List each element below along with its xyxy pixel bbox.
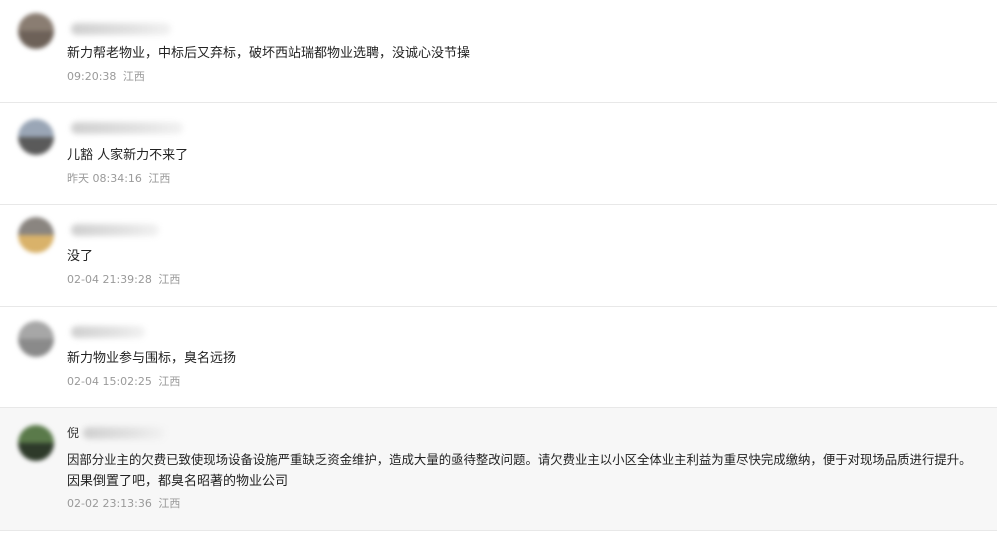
comment-text-line: 新力帮老物业，中标后又弃标，破坏西站瑞都物业选聘，没诚心没节操 (67, 46, 471, 61)
username[interactable] (67, 121, 183, 135)
avatar[interactable] (18, 217, 54, 253)
avatar[interactable] (18, 321, 54, 357)
username-redacted (82, 427, 165, 439)
username-redacted (70, 23, 171, 35)
avatar[interactable] (18, 425, 54, 461)
comment-text: 儿豁 人家新力不来了 (67, 145, 188, 167)
comment-time: 02-04 21:39:28 (67, 273, 152, 286)
username[interactable] (67, 223, 159, 237)
username-redacted (70, 224, 159, 236)
comment-meta: 09:20:38 江西 (67, 70, 145, 84)
avatar-bottom (18, 137, 54, 155)
comment-item: 新力帮老物业，中标后又弃标，破坏西站瑞都物业选聘，没诚心没节操 09:20:38… (0, 0, 997, 103)
comment-location: 江西 (148, 172, 171, 185)
comment-location: 江西 (158, 273, 181, 286)
comment-text: 因部分业主的欠费已致使现场设备设施严重缺乏资金维护，造成大量的亟待整改问题。请欠… (67, 449, 972, 493)
comment-time: 02-04 15:02:25 (67, 375, 152, 388)
comment-location: 江西 (122, 70, 145, 83)
comment-time: 昨天 08:34:16 (67, 172, 142, 185)
comment-item: 儿豁 人家新力不来了 昨天 08:34:16 江西 (0, 103, 997, 205)
avatar[interactable] (18, 13, 54, 49)
comment-meta: 昨天 08:34:16 江西 (67, 172, 170, 186)
comment-time: 09:20:38 (67, 70, 117, 83)
username-visible: 倪 (67, 426, 80, 440)
username[interactable] (67, 22, 171, 36)
comment-location: 江西 (158, 375, 181, 388)
comment-text-line: 没了 (67, 249, 94, 264)
avatar-top (18, 321, 54, 339)
comment-text: 没了 (67, 246, 93, 268)
avatar-bottom (18, 339, 54, 357)
avatar-bottom (18, 443, 54, 461)
comment-item: 新力物业参与围标，臭名远扬 02-04 15:02:25 江西 (0, 307, 997, 408)
avatar-top (18, 217, 54, 235)
avatar-top (18, 119, 54, 137)
avatar-bottom (18, 31, 54, 49)
username[interactable] (67, 325, 145, 339)
comment-text-line: 因部分业主的欠费已致使现场设备设施严重缺乏资金维护，造成大量的亟待整改问题。请欠… (67, 452, 972, 467)
comment-location: 江西 (158, 497, 181, 510)
avatar-top (18, 13, 54, 31)
comment-item: 没了 02-04 21:39:28 江西 (0, 205, 997, 307)
comment-text-line: 新力物业参与围标，臭名远扬 (67, 351, 237, 366)
avatar-bottom (18, 235, 54, 253)
comment-time: 02-02 23:13:36 (67, 497, 152, 510)
comment-meta: 02-04 21:39:28 江西 (67, 273, 180, 287)
comment-list: 新力帮老物业，中标后又弃标，破坏西站瑞都物业选聘，没诚心没节操 09:20:38… (0, 0, 997, 536)
username-redacted (70, 122, 183, 134)
comment-text-line: 因果倒置了吧，都臭名昭著的物业公司 (67, 474, 289, 489)
comment-meta: 02-02 23:13:36 江西 (67, 497, 180, 511)
comment-text: 新力帮老物业，中标后又弃标，破坏西站瑞都物业选聘，没诚心没节操 (67, 43, 470, 65)
username[interactable]: 倪 (67, 426, 165, 440)
comment-item: 倪 因部分业主的欠费已致使现场设备设施严重缺乏资金维护，造成大量的亟待整改问题。… (0, 408, 997, 531)
avatar-top (18, 425, 54, 443)
comment-text: 新力物业参与围标，臭名远扬 (67, 348, 236, 370)
username-redacted (70, 326, 145, 338)
avatar[interactable] (18, 119, 54, 155)
comment-meta: 02-04 15:02:25 江西 (67, 375, 180, 389)
comment-text-line: 儿豁 人家新力不来了 (67, 148, 189, 163)
